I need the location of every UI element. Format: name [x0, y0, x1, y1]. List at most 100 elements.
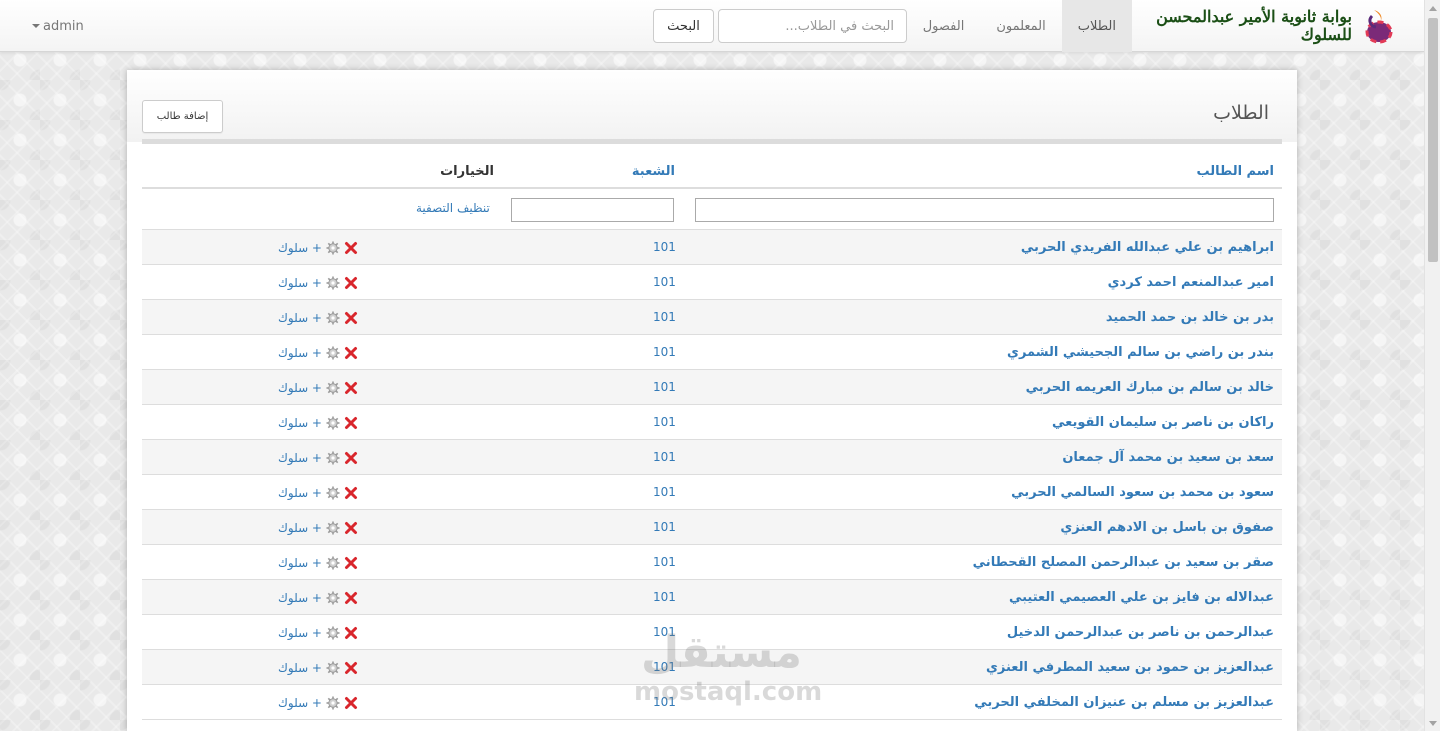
settings-gear-icon[interactable] [326, 346, 340, 360]
student-name-link[interactable]: صفوق بن باسل بن الادهم العنزي [1060, 520, 1274, 535]
table-row: سعود بن محمد بن سعود السالمي الحربي 101 + … [142, 475, 1282, 510]
table-header: اسم الطالب الشعبة الخيارات [142, 144, 1282, 189]
delete-icon[interactable] [344, 556, 358, 570]
add-behavior-link[interactable]: + سلوك [278, 276, 322, 290]
section-link[interactable]: 101 [653, 625, 676, 639]
add-behavior-link[interactable]: + سلوك [278, 661, 322, 675]
add-behavior-link[interactable]: + سلوك [278, 556, 322, 570]
section-link[interactable]: 101 [653, 380, 676, 394]
delete-icon[interactable] [344, 416, 358, 430]
section-link[interactable]: 101 [653, 310, 676, 324]
student-name-link[interactable]: سعود بن محمد بن سعود السالمي الحربي [1011, 485, 1274, 500]
settings-gear-icon[interactable] [326, 381, 340, 395]
settings-gear-icon[interactable] [326, 556, 340, 570]
student-name-link[interactable]: خالد بن سالم بن مبارك العريمه الحربي [1026, 380, 1274, 395]
table-row: ابراهيم بن علي عبدالله الفريدي الحربي 101… [142, 230, 1282, 265]
student-name-link[interactable]: صقر بن سعيد بن عبدالرحمن المصلح القحطاني [973, 555, 1274, 570]
add-behavior-link[interactable]: + سلوك [278, 626, 322, 640]
settings-gear-icon[interactable] [326, 241, 340, 255]
section-link[interactable]: 101 [653, 555, 676, 569]
settings-gear-icon[interactable] [326, 451, 340, 465]
scrollbar-thumb[interactable] [1428, 18, 1438, 262]
add-behavior-link[interactable]: + سلوك [278, 486, 322, 500]
section-link[interactable]: 101 [653, 450, 676, 464]
section-link[interactable]: 101 [653, 415, 676, 429]
search-button[interactable]: البحث [653, 9, 714, 43]
settings-gear-icon[interactable] [326, 661, 340, 675]
student-name-link[interactable]: عبدالاله بن فايز بن علي العصيمي العتيبي [1009, 590, 1274, 605]
settings-gear-icon[interactable] [326, 311, 340, 325]
table-row: بدر بن خالد بن حمد الحميد 101 + سلوك [142, 300, 1282, 335]
section-link[interactable]: 101 [653, 275, 676, 289]
section-link[interactable]: 101 [653, 240, 676, 254]
delete-icon[interactable] [344, 696, 358, 710]
column-header-section[interactable]: الشعبة [632, 164, 675, 179]
settings-gear-icon[interactable] [326, 416, 340, 430]
row-actions: + سلوك [278, 239, 358, 257]
add-behavior-link[interactable]: + سلوك [278, 381, 322, 395]
page-scrollbar[interactable] [1424, 0, 1440, 731]
student-name-link[interactable]: راكان بن ناصر بن سليمان القويعي [1052, 415, 1274, 430]
delete-icon[interactable] [344, 381, 358, 395]
add-student-button[interactable]: إضافة طالب [142, 100, 223, 133]
section-link[interactable]: 101 [653, 660, 676, 674]
settings-gear-icon[interactable] [326, 521, 340, 535]
table-row: خالد بن سالم بن مبارك العريمه الحربي 101 +… [142, 370, 1282, 405]
delete-icon[interactable] [344, 486, 358, 500]
add-behavior-link[interactable]: + سلوك [278, 311, 322, 325]
add-behavior-link[interactable]: + سلوك [278, 591, 322, 605]
delete-icon[interactable] [344, 241, 358, 255]
section-link[interactable]: 101 [653, 485, 676, 499]
filter-row: تنظيف التصفية [142, 189, 1282, 230]
search-input[interactable] [718, 9, 907, 43]
student-name-link[interactable]: عبدالعزيز بن مسلم بن عنيزان المخلفي الحر… [974, 695, 1274, 710]
delete-icon[interactable] [344, 626, 358, 640]
name-filter-input[interactable] [695, 198, 1274, 222]
student-name-link[interactable]: بندر بن راضي بن سالم الجحيشي الشمري [1007, 345, 1274, 360]
add-behavior-link[interactable]: + سلوك [278, 696, 322, 710]
clear-filter-link[interactable]: تنظيف التصفية [416, 201, 490, 215]
delete-icon[interactable] [344, 311, 358, 325]
column-header-student-name[interactable]: اسم الطالب [1197, 164, 1275, 179]
add-behavior-link[interactable]: + سلوك [278, 346, 322, 360]
student-name-link[interactable]: ابراهيم بن علي عبدالله الفريدي الحربي [1021, 240, 1274, 255]
add-behavior-link[interactable]: + سلوك [278, 416, 322, 430]
caret-down-icon [32, 24, 40, 28]
delete-icon[interactable] [344, 661, 358, 675]
scroll-up-arrow-icon[interactable] [1425, 0, 1440, 16]
settings-gear-icon[interactable] [326, 696, 340, 710]
delete-icon[interactable] [344, 346, 358, 360]
student-name-link[interactable]: امير عبدالمنعم احمد كردي [1108, 275, 1274, 290]
settings-gear-icon[interactable] [326, 486, 340, 500]
student-name-link[interactable]: عبدالعزيز بن حمود بن سعيد المطرفي العنزي [986, 660, 1274, 675]
add-behavior-link[interactable]: + سلوك [278, 521, 322, 535]
delete-icon[interactable] [344, 521, 358, 535]
row-actions: + سلوك [278, 659, 358, 677]
section-filter-input[interactable] [511, 198, 674, 222]
tab-classes[interactable]: الفصول [907, 0, 981, 52]
delete-icon[interactable] [344, 591, 358, 605]
section-link[interactable]: 101 [653, 520, 676, 534]
students-panel: الطلاب إضافة طالب اسم الطالب الشعبة الخي… [127, 70, 1297, 731]
add-behavior-link[interactable]: + سلوك [278, 241, 322, 255]
student-name-link[interactable]: بدر بن خالد بن حمد الحميد [1106, 310, 1274, 325]
brand[interactable]: بوابة ثانوية الأمير عبدالمحسن للسلوك [1128, 0, 1396, 52]
user-menu[interactable]: admin [32, 0, 84, 52]
settings-gear-icon[interactable] [326, 276, 340, 290]
student-name-link[interactable]: سعد بن سعيد بن محمد آل جمعان [1062, 450, 1274, 465]
section-link[interactable]: 101 [653, 695, 676, 709]
delete-icon[interactable] [344, 276, 358, 290]
settings-gear-icon[interactable] [326, 626, 340, 640]
section-link[interactable]: 101 [653, 345, 676, 359]
tab-teachers[interactable]: المعلمون [980, 0, 1061, 52]
tab-students[interactable]: الطلاب [1061, 0, 1132, 52]
section-link[interactable]: 101 [653, 590, 676, 604]
table-row: امير عبدالمنعم احمد كردي 101 + سلوك [142, 265, 1282, 300]
students-table-body: ابراهيم بن علي عبدالله الفريدي الحربي 101… [142, 230, 1282, 720]
student-name-link[interactable]: عبدالرحمن بن ناصر بن عبدالرحمن الدخيل [1007, 625, 1274, 640]
scroll-down-arrow-icon[interactable] [1425, 715, 1440, 731]
delete-icon[interactable] [344, 451, 358, 465]
table-row: سعد بن سعيد بن محمد آل جمعان 101 + سلوك [142, 440, 1282, 475]
add-behavior-link[interactable]: + سلوك [278, 451, 322, 465]
settings-gear-icon[interactable] [326, 591, 340, 605]
